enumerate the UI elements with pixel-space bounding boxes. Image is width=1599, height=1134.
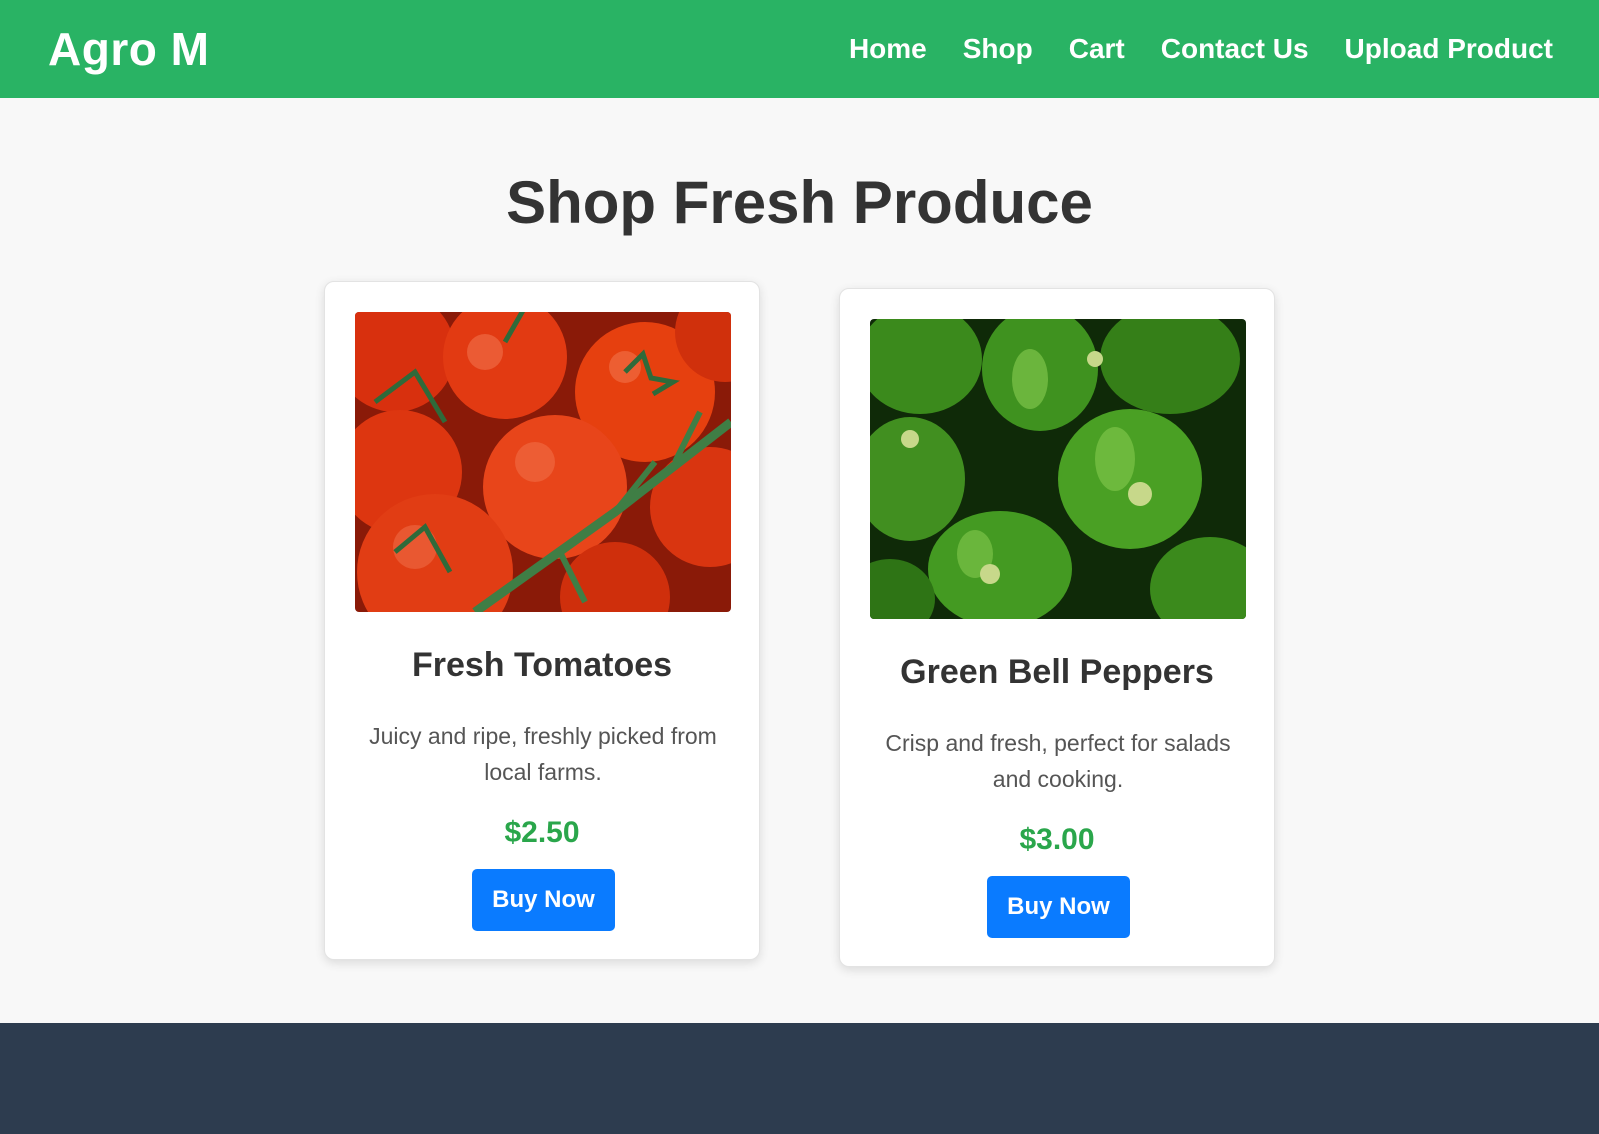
product-card: Fresh Tomatoes Juicy and ripe, freshly p… xyxy=(324,281,760,960)
nav-link-cart[interactable]: Cart xyxy=(1069,33,1125,65)
tomatoes-photo xyxy=(355,312,731,612)
page-title: Shop Fresh Produce xyxy=(506,169,1093,236)
buy-now-button[interactable]: Buy Now xyxy=(987,876,1130,938)
product-name: Fresh Tomatoes xyxy=(411,646,673,684)
buy-now-button[interactable]: Buy Now xyxy=(472,869,615,931)
product-image-tomatoes xyxy=(355,312,731,612)
product-image-peppers xyxy=(870,319,1246,619)
nav-link-contact-us[interactable]: Contact Us xyxy=(1161,33,1309,65)
product-name: Green Bell Peppers xyxy=(900,653,1214,691)
product-price: $3.00 xyxy=(1019,823,1095,856)
product-description: Juicy and ripe, freshly picked from loca… xyxy=(369,723,717,785)
navbar: Agro M Home Shop Cart Contact Us Upload … xyxy=(0,0,1599,98)
product-price: $2.50 xyxy=(504,816,580,849)
nav-link-home[interactable]: Home xyxy=(849,33,927,65)
nav-link-upload-product[interactable]: Upload Product xyxy=(1345,33,1553,65)
product-description: Crisp and fresh, perfect for salads and … xyxy=(885,730,1231,792)
site-logo[interactable]: Agro M xyxy=(48,22,209,76)
green-peppers-photo xyxy=(870,319,1246,619)
footer xyxy=(0,1023,1599,1134)
nav-links: Home Shop Cart Contact Us Upload Product xyxy=(849,33,1553,65)
product-card: Green Bell Peppers Crisp and fresh, perf… xyxy=(839,288,1275,967)
nav-link-shop[interactable]: Shop xyxy=(963,33,1033,65)
